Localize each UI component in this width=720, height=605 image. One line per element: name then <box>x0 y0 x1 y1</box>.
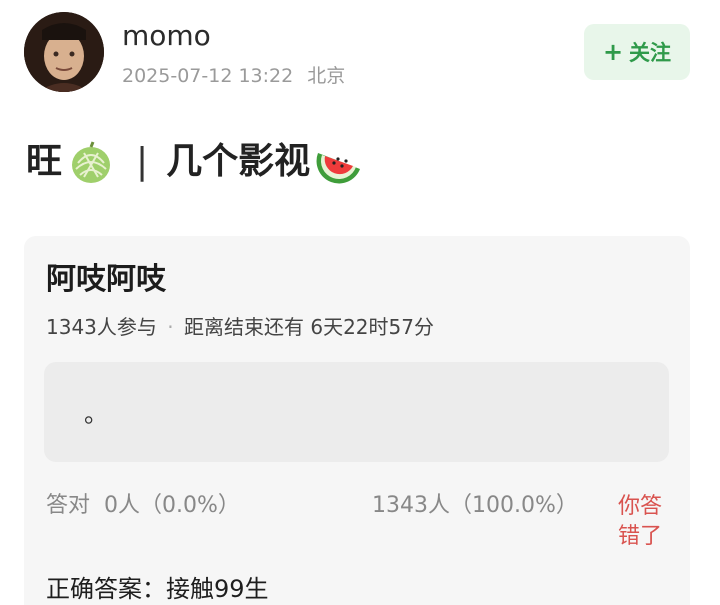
post-meta: 2025-07-12 13:22 北京 <box>122 64 345 88</box>
wrong-count: 1343人（100.0%） <box>372 493 578 518</box>
correct-answer: 正确答案：接触99生 <box>46 575 269 603</box>
correct-count: 0人（0.0%） <box>104 493 240 518</box>
plus-icon: + <box>602 38 624 66</box>
follow-button-label: 关注 <box>629 41 672 65</box>
title-part1: 旺 <box>26 141 63 182</box>
avatar-portrait-icon <box>24 12 104 92</box>
avatar[interactable] <box>24 12 104 92</box>
quiz-title: 阿吱阿吱 <box>46 262 166 297</box>
quiz-result-row: 答对 0人（0.0%） 1343人（100.0%） 你答错了 <box>46 492 676 562</box>
post-title: 旺 | 几个影视 <box>26 138 368 186</box>
post-header: momo 2025-07-12 13:22 北京 + 关注 <box>24 12 696 96</box>
title-separator: | <box>136 141 149 182</box>
quiz-option-text: 。 <box>84 400 108 428</box>
post-location: 北京 <box>307 65 346 87</box>
quiz-subtitle: 1343人参与 · 距离结束还有 6天22时57分 <box>46 314 434 340</box>
subtitle-separator: · <box>167 315 174 339</box>
post-timestamp: 2025-07-12 13:22 <box>122 65 294 87</box>
deadline-text: 距离结束还有 6天22时57分 <box>183 315 434 339</box>
title-part2: 几个影视 <box>166 141 311 182</box>
quiz-card: 阿吱阿吱 1343人参与 · 距离结束还有 6天22时57分 。 答对 0人（0.… <box>24 236 690 605</box>
correct-label: 答对 <box>46 493 91 518</box>
follow-button[interactable]: + 关注 <box>584 24 690 80</box>
watermelon-emoji-icon <box>316 139 362 185</box>
username[interactable]: momo <box>122 20 211 52</box>
correct-result: 答对 0人（0.0%） <box>46 492 240 520</box>
melon-emoji-icon <box>68 139 114 185</box>
post-page: momo 2025-07-12 13:22 北京 + 关注 旺 | 几个影视 阿… <box>0 0 720 605</box>
quiz-option[interactable]: 。 <box>44 362 669 462</box>
participant-count: 1343人参与 <box>46 315 157 339</box>
result-status: 你答错了 <box>618 494 663 549</box>
